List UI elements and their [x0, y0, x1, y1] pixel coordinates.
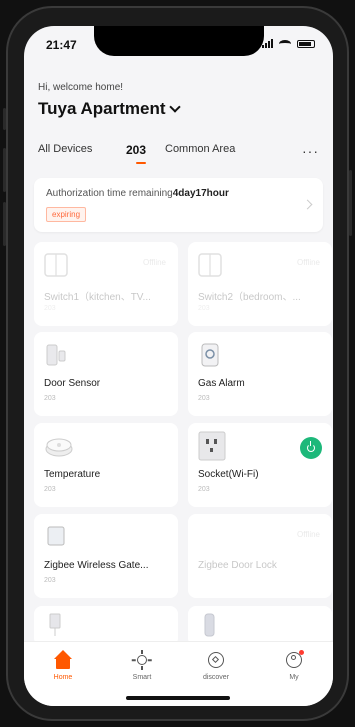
more-options-icon[interactable]: ···: [302, 143, 319, 159]
authorization-label: Authorization time remaining: [46, 188, 173, 199]
device-icon: [49, 613, 61, 636]
authorization-value: 4day17hour: [172, 188, 229, 199]
offline-tag: Offline: [297, 258, 320, 267]
sun-icon: [131, 650, 152, 670]
device-card-door-sensor[interactable]: Door Sensor 203: [34, 332, 178, 416]
device-room: 203: [44, 486, 56, 493]
tab-me[interactable]: My: [264, 650, 324, 681]
volume-up-button: [3, 148, 6, 192]
device-name: Socket(Wi-Fi): [198, 469, 259, 480]
device-card-partial-1[interactable]: [34, 606, 178, 646]
notch: [94, 26, 264, 56]
device-name: Zigbee Door Lock: [198, 560, 277, 571]
power-toggle-button[interactable]: [300, 437, 322, 459]
device-room: 203: [44, 395, 56, 402]
temperature-sensor-icon: [45, 438, 73, 457]
authorization-card[interactable]: Authorization time remaining4day17hour e…: [34, 178, 323, 232]
battery-icon: [297, 39, 315, 48]
device-room: 203: [198, 305, 210, 312]
tab-label: Smart: [132, 674, 152, 681]
device-card-partial-2[interactable]: [188, 606, 332, 646]
device-name: Zigbee Wireless Gate...: [44, 560, 149, 571]
home-icon: [53, 650, 73, 670]
gas-alarm-icon: [201, 343, 219, 367]
device-room: 203: [198, 395, 210, 402]
chevron-down-icon: [168, 101, 181, 113]
notification-dot: [299, 650, 304, 655]
chevron-right-icon: [302, 199, 313, 210]
authorization-text: Authorization time remaining4day17hour: [46, 188, 229, 199]
home-indicator: [126, 696, 230, 700]
offline-tag: Offline: [297, 530, 320, 539]
device-card-zigbee-gateway[interactable]: Zigbee Wireless Gate... 203: [34, 514, 178, 598]
device-name: Switch2（bedroom、...: [198, 292, 301, 303]
wifi-icon: [279, 39, 291, 48]
switch-icon: [198, 253, 222, 277]
signal-icon: [262, 39, 273, 48]
device-name: Door Sensor: [44, 378, 101, 389]
socket-icon: [198, 431, 226, 461]
tab-smart[interactable]: Smart: [112, 650, 172, 681]
device-card-temperature[interactable]: Temperature 203: [34, 423, 178, 507]
expiring-badge: expiring: [46, 207, 87, 222]
device-card-socket[interactable]: Socket(Wi-Fi) 203: [188, 423, 332, 507]
power-side-button: [349, 170, 352, 236]
bottom-tab-bar: Home Smart discover My: [24, 641, 333, 706]
device-room: 203: [44, 577, 56, 584]
tab-common-area[interactable]: Common Area: [165, 143, 235, 155]
device-name: Temperature: [44, 469, 101, 480]
gateway-icon: [47, 526, 65, 546]
device-name: Switch1（kitchen、TV...: [44, 292, 151, 303]
device-card-switch1[interactable]: Switch1（kitchen、TV... 203 Offline: [34, 242, 178, 326]
device-name: Gas Alarm: [198, 378, 245, 389]
tab-label: Home: [53, 674, 73, 681]
status-time: 21:47: [46, 38, 77, 52]
device-card-switch2[interactable]: Switch2（bedroom、... 203 Offline: [188, 242, 332, 326]
device-room: 203: [44, 305, 56, 312]
tab-home[interactable]: Home: [33, 650, 93, 681]
power-icon: [307, 441, 315, 452]
tab-label: My: [289, 674, 299, 681]
offline-tag: Offline: [143, 258, 166, 267]
app-screen: 21:47 Hi, welcome home! Tuya Apartment A…: [24, 26, 333, 706]
door-sensor-icon: [46, 344, 66, 366]
device-card-zigbee-door-lock[interactable]: Offline Zigbee Door Lock: [188, 514, 332, 598]
volume-down-button: [3, 202, 6, 246]
tab-all-devices[interactable]: All Devices: [38, 143, 92, 155]
welcome-text: Hi, welcome home!: [38, 82, 124, 93]
device-room: 203: [198, 486, 210, 493]
status-icons: [262, 39, 315, 48]
profile-icon: [284, 650, 304, 670]
home-selector[interactable]: Tuya Apartment: [38, 99, 181, 119]
tab-label: discover: [202, 674, 230, 681]
tab-discover[interactable]: discover: [186, 650, 246, 681]
tab-active-indicator: [136, 162, 146, 164]
compass-icon: [206, 650, 226, 670]
switch-icon: [44, 253, 68, 277]
device-icon: [204, 613, 215, 637]
room-tabs: All Devices 203 Common Area ···: [38, 143, 319, 164]
tab-room-203[interactable]: 203: [126, 143, 146, 157]
mute-switch: [3, 108, 6, 130]
home-name: Tuya Apartment: [38, 99, 166, 118]
device-card-gas-alarm[interactable]: Gas Alarm 203: [188, 332, 332, 416]
